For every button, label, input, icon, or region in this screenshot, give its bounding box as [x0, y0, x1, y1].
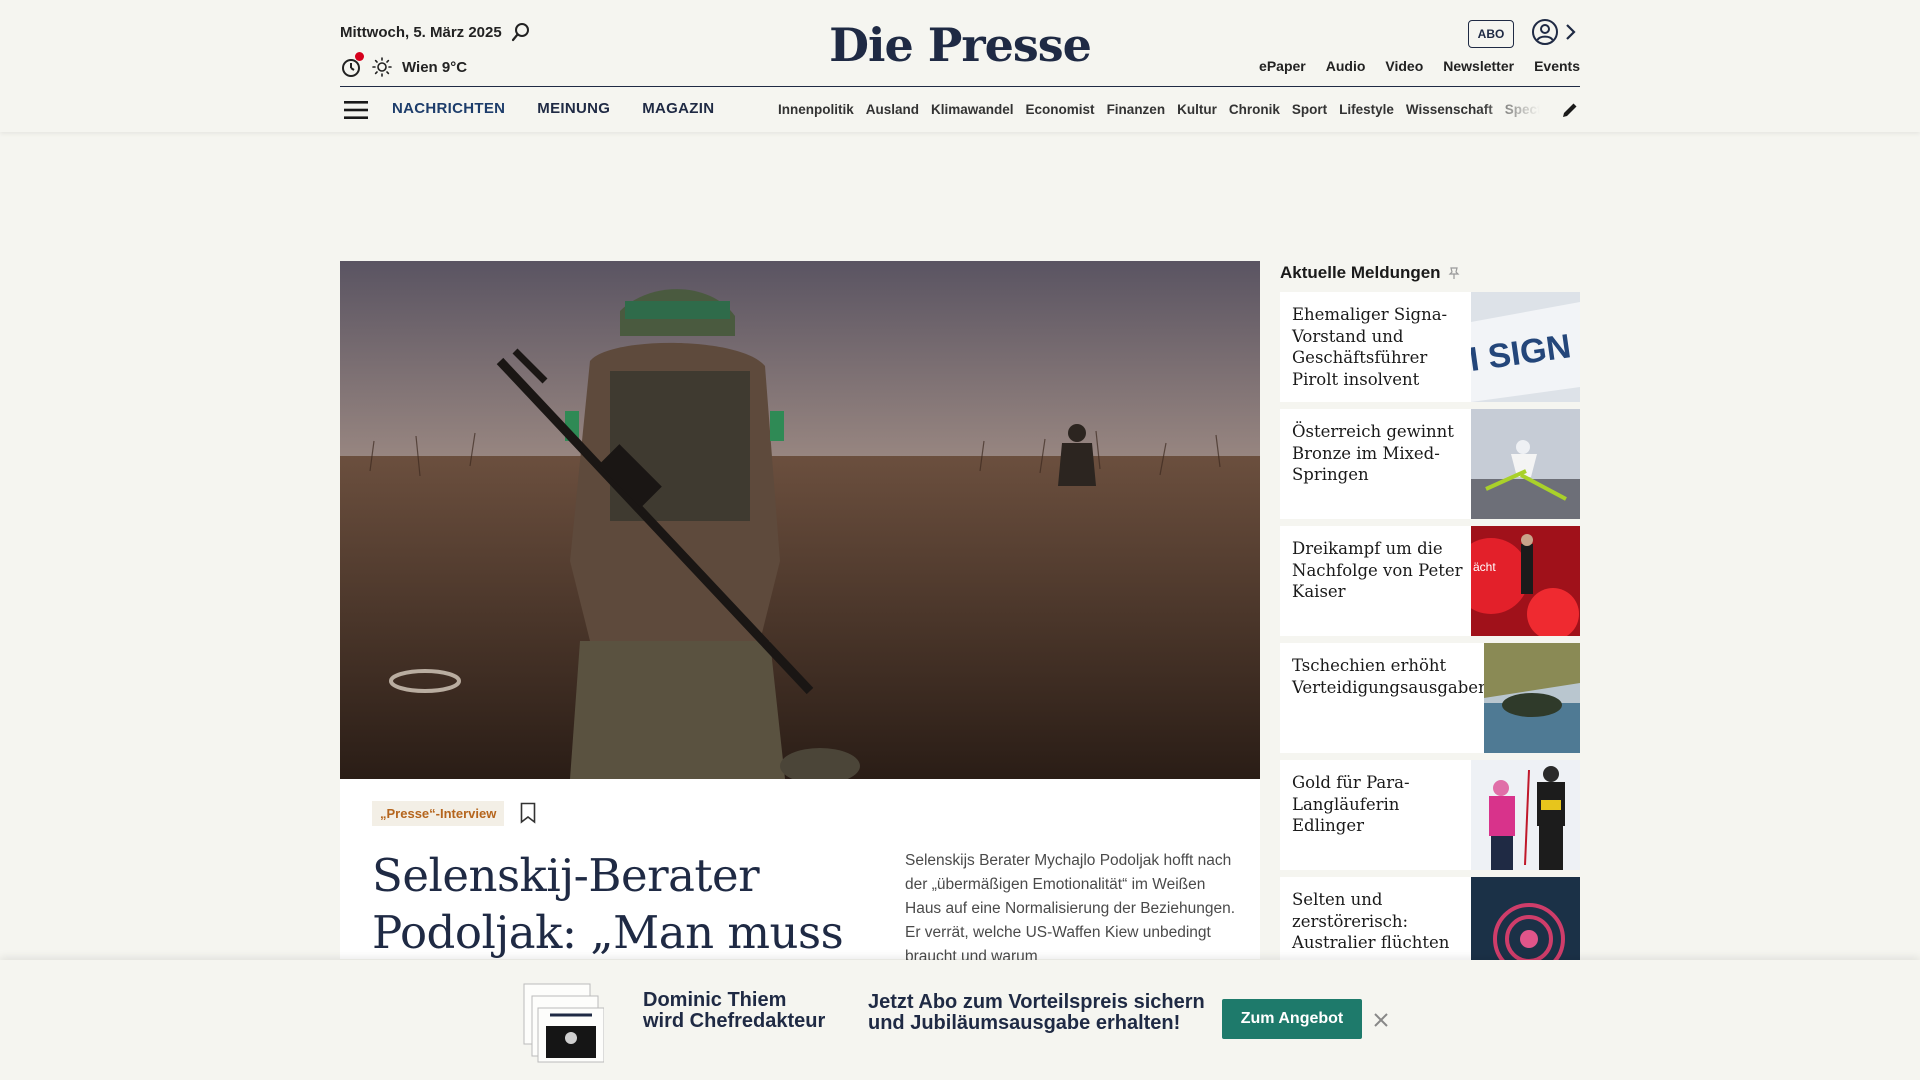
article-lead: Selenskijs Berater Mychajlo Podoljak hof…: [905, 852, 1236, 965]
cat-chronik[interactable]: Chronik: [1229, 102, 1280, 117]
newspaper-icon: [523, 983, 604, 1063]
nav-nachrichten[interactable]: NACHRICHTEN: [392, 100, 505, 117]
pin-icon: [1448, 267, 1460, 279]
chevron-right-icon[interactable]: [1563, 22, 1577, 42]
article-tag[interactable]: „Presse“-Interview: [372, 801, 505, 826]
pencil-icon[interactable]: [1561, 101, 1579, 119]
cat-economist[interactable]: Economist: [1026, 102, 1095, 117]
hero-image[interactable]: [340, 261, 1260, 779]
abo-button[interactable]: ABO: [1468, 20, 1514, 48]
ticker-thumbnail: [1471, 409, 1580, 519]
link-video[interactable]: Video: [1385, 58, 1423, 74]
ticker-thumbnail: [1484, 643, 1580, 753]
header-divider: [340, 86, 1580, 87]
news-ticker: Aktuelle Meldungen Ehemaliger Signa-Vors…: [1280, 262, 1580, 994]
banner-offer-line1: Jetzt Abo zum Vorteilspreis sichern: [868, 991, 1205, 1013]
nav-meinung[interactable]: MEINUNG: [537, 100, 610, 117]
hamburger-menu-icon[interactable]: [344, 100, 368, 120]
bookmark-icon[interactable]: [520, 802, 536, 824]
ticker-item[interactable]: Tschechien erhöht Verteidigungsausgaben: [1280, 643, 1580, 753]
ticker-item-title: Selten und zerstörerisch: Australier flü…: [1292, 890, 1450, 952]
ticker-title: Aktuelle Meldungen: [1280, 263, 1441, 282]
banner-offer: Jetzt Abo zum Vorteilspreis sichern und …: [868, 992, 1205, 1034]
ticker-heading: Aktuelle Meldungen: [1280, 262, 1580, 284]
soldiers-field-photo: [340, 261, 1260, 779]
article-headline[interactable]: Selenskij-Berater Podoljak: „Man muss: [372, 847, 852, 961]
category-nav: Innenpolitik Ausland Klimawandel Economist F…: [778, 102, 1540, 117]
cat-kultur[interactable]: Kultur: [1177, 102, 1217, 117]
nav-magazin[interactable]: MAGAZIN: [642, 100, 714, 117]
cat-spectrum[interactable]: Spectrum: [1505, 102, 1540, 117]
ticker-item[interactable]: Ehemaliger Signa-Vorstand und Geschäftsf…: [1280, 292, 1580, 402]
ticker-item-title: Ehemaliger Signa-Vorstand und Geschäftsf…: [1292, 305, 1448, 389]
close-icon[interactable]: [1374, 1013, 1388, 1027]
link-epaper[interactable]: ePaper: [1259, 58, 1306, 74]
top-links: ePaper Audio Video Newsletter Events: [1259, 58, 1580, 74]
svg-text:ächt: ächt: [1473, 560, 1496, 574]
site-header: Mittwoch, 5. März 2025 Wien 9°C Die Pres…: [0, 0, 1920, 132]
ticker-item[interactable]: Österreich gewinnt Bronze im Mixed-Sprin…: [1280, 409, 1580, 519]
subscription-banner: Dominic Thiem wird Chefredakteur Jetzt A…: [0, 960, 1920, 1080]
cat-wissenschaft[interactable]: Wissenschaft: [1406, 102, 1493, 117]
ticker-item-title: Gold für Para-Langläuferin Edlinger: [1292, 773, 1410, 835]
link-events[interactable]: Events: [1534, 58, 1580, 74]
banner-headline: Dominic Thiem wird Chefredakteur: [643, 990, 825, 1032]
cat-sport[interactable]: Sport: [1292, 102, 1327, 117]
cat-finanzen[interactable]: Finanzen: [1107, 102, 1166, 117]
main-nav: NACHRICHTEN MEINUNG MAGAZIN: [392, 100, 714, 117]
user-account-icon[interactable]: [1531, 18, 1559, 46]
ticker-item[interactable]: Gold für Para-Langläuferin Edlinger: [1280, 760, 1580, 870]
cat-ausland[interactable]: Ausland: [866, 102, 919, 117]
link-audio[interactable]: Audio: [1326, 58, 1366, 74]
offer-button[interactable]: Zum Angebot: [1222, 999, 1362, 1039]
ticker-thumbnail: I SIGN: [1471, 292, 1580, 402]
cat-lifestyle[interactable]: Lifestyle: [1339, 102, 1394, 117]
ticker-item-title: Österreich gewinnt Bronze im Mixed-Sprin…: [1292, 422, 1454, 484]
ticker-item[interactable]: Dreikampf um die Nachfolge von Peter Kai…: [1280, 526, 1580, 636]
banner-headline-line2: wird Chefredakteur: [643, 1010, 826, 1032]
ticker-thumbnail: [1471, 760, 1580, 870]
banner-offer-line2: und Jubiläumsausgabe erhalten!: [868, 1012, 1181, 1034]
link-newsletter[interactable]: Newsletter: [1443, 58, 1514, 74]
site-logo[interactable]: Die Presse: [0, 18, 1920, 72]
cat-klimawandel[interactable]: Klimawandel: [931, 102, 1014, 117]
ticker-item-title: Dreikampf um die Nachfolge von Peter Kai…: [1292, 539, 1463, 601]
ticker-thumbnail: ächt: [1471, 526, 1580, 636]
banner-headline-line1: Dominic Thiem: [643, 989, 787, 1011]
cat-innenpolitik[interactable]: Innenpolitik: [778, 102, 854, 117]
ticker-item-title: Tschechien erhöht Verteidigungsausgaben: [1292, 656, 1489, 697]
lead-article[interactable]: „Presse“-Interview Selenskij-Berater Pod…: [340, 779, 1260, 965]
